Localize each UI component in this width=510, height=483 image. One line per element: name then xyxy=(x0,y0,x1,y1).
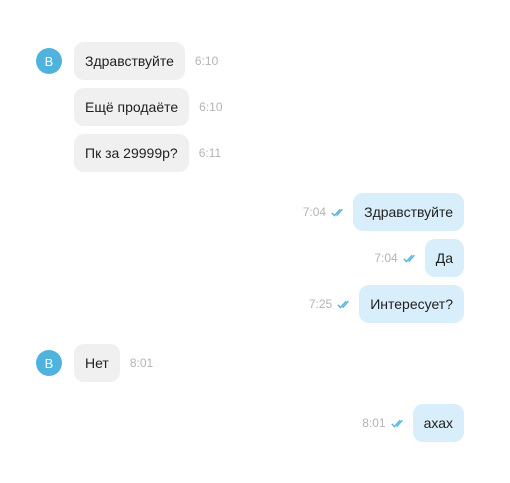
message-text: Да xyxy=(435,250,453,266)
message-time: 7:04 xyxy=(374,251,398,265)
message-text: Ещё продаёте xyxy=(85,99,179,115)
message-time: 7:25 xyxy=(308,297,333,311)
message-incoming: B Нет 8:01 xyxy=(36,344,153,382)
read-double-check-icon xyxy=(390,419,406,428)
message-time: 8:01 xyxy=(362,416,386,430)
message-bubble[interactable]: Нет xyxy=(74,344,120,382)
message-time: 6:10 xyxy=(194,54,219,68)
message-bubble[interactable]: Пк за 29999р? xyxy=(74,134,189,172)
message-meta: 8:01 xyxy=(362,416,405,430)
read-double-check-icon xyxy=(403,254,418,263)
message-outgoing: 8:01 ахах xyxy=(362,404,464,442)
chat-thread: B Здравствуйте 6:10 Ещё продаёте 6:10 Пк… xyxy=(0,0,510,483)
message-text: Пк за 29999р? xyxy=(85,145,178,161)
message-text: Нет xyxy=(85,355,109,371)
message-time: 6:10 xyxy=(199,100,223,114)
message-outgoing: 7:04 Да xyxy=(374,239,464,277)
message-text: Здравствуйте xyxy=(364,204,453,220)
message-bubble[interactable]: ахах xyxy=(412,404,464,442)
read-double-check-icon xyxy=(331,208,346,217)
message-bubble[interactable]: Да xyxy=(424,239,464,277)
message-outgoing: 7:25 Интересует? xyxy=(309,285,464,323)
message-bubble[interactable]: Ещё продаёте xyxy=(74,88,190,126)
avatar-letter: B xyxy=(44,355,54,371)
read-double-check-icon xyxy=(337,300,352,309)
message-bubble[interactable]: Интересует? xyxy=(359,285,464,323)
message-text: ахах xyxy=(423,415,453,431)
message-incoming: Ещё продаёте 6:10 xyxy=(74,88,223,126)
message-time: 6:11 xyxy=(198,146,222,160)
message-time: 8:01 xyxy=(129,356,154,370)
message-bubble[interactable]: Здравствуйте xyxy=(353,193,464,231)
message-incoming: Пк за 29999р? 6:11 xyxy=(74,134,221,172)
message-meta: 7:25 xyxy=(309,297,352,311)
avatar[interactable]: B xyxy=(36,48,62,74)
message-text: Интересует? xyxy=(370,296,453,312)
message-outgoing: 7:04 Здравствуйте xyxy=(303,193,464,231)
message-meta: 7:04 xyxy=(374,251,417,265)
message-incoming: B Здравствуйте 6:10 xyxy=(36,42,218,80)
message-bubble[interactable]: Здравствуйте xyxy=(74,42,185,80)
avatar-letter: B xyxy=(44,53,54,69)
message-text: Здравствуйте xyxy=(85,53,174,69)
message-time: 7:04 xyxy=(302,205,327,219)
avatar[interactable]: B xyxy=(36,350,62,376)
message-meta: 7:04 xyxy=(303,205,346,219)
